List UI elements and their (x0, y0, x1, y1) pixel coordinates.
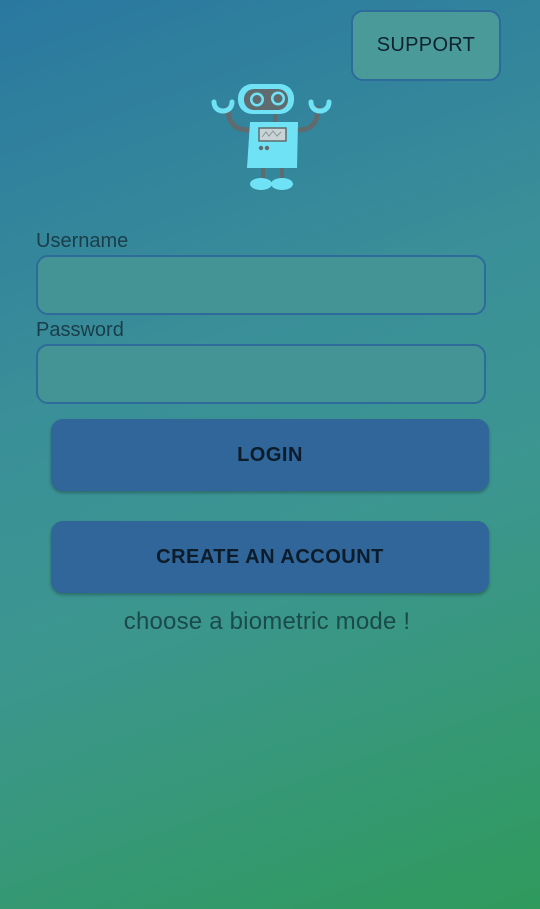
robot-icon (211, 84, 332, 190)
biometric-mode-prompt[interactable]: choose a biometric mode ! (0, 608, 534, 636)
login-button[interactable]: LOGIN (51, 419, 489, 491)
username-field[interactable] (36, 255, 486, 315)
support-button[interactable]: SUPPORT (351, 10, 501, 81)
username-label: Username (36, 230, 129, 252)
password-label: Password (36, 319, 124, 341)
create-account-button[interactable]: CREATE AN ACCOUNT (51, 521, 489, 593)
password-field[interactable] (36, 344, 486, 404)
